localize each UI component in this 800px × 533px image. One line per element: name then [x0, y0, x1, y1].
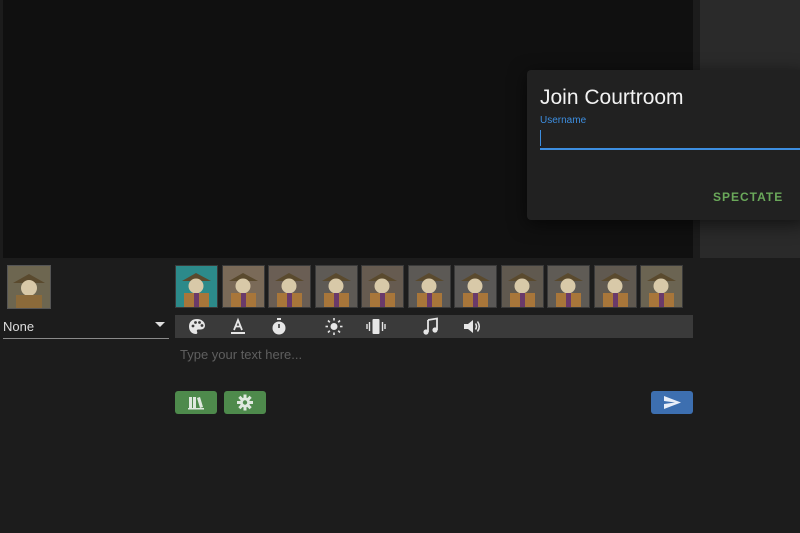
chevron-down-icon	[155, 322, 165, 327]
emote-button[interactable]	[454, 265, 497, 308]
volume-icon[interactable]	[462, 317, 482, 336]
emote-button[interactable]	[314, 265, 358, 308]
chat-toolbar	[175, 315, 693, 338]
text-caret	[540, 130, 541, 146]
books-icon	[188, 397, 204, 410]
emote-button[interactable]	[593, 265, 637, 308]
emote-button[interactable]	[547, 265, 590, 308]
emote-list	[175, 265, 693, 309]
timer-icon[interactable]	[269, 317, 289, 336]
text-color-icon[interactable]	[228, 317, 248, 336]
music-note-icon[interactable]	[421, 317, 441, 336]
chat-message-input[interactable]	[180, 344, 690, 364]
emote-button[interactable]	[640, 265, 683, 308]
emote-button[interactable]	[175, 265, 218, 308]
brightness-icon[interactable]	[324, 317, 344, 336]
vibrate-icon[interactable]	[366, 317, 386, 336]
send-button[interactable]	[651, 391, 693, 414]
character-select[interactable]: None	[3, 318, 169, 339]
join-courtroom-dialog: Join Courtroom Username SPECTATE	[527, 70, 800, 220]
emote-button[interactable]	[221, 265, 265, 308]
username-label: Username	[540, 115, 587, 126]
evidence-button[interactable]	[175, 391, 217, 414]
gear-icon	[237, 394, 253, 411]
settings-button[interactable]	[224, 391, 266, 414]
character-avatar[interactable]	[7, 265, 51, 309]
character-select-value: None	[3, 319, 35, 334]
emote-button[interactable]	[500, 265, 544, 308]
emote-button[interactable]	[361, 265, 404, 308]
emote-button[interactable]	[407, 265, 451, 308]
dialog-title: Join Courtroom	[540, 86, 684, 109]
spectate-button[interactable]: SPECTATE	[713, 190, 783, 204]
emote-button[interactable]	[268, 265, 311, 308]
send-icon	[664, 396, 681, 409]
username-field[interactable]	[540, 128, 800, 150]
palette-icon[interactable]	[187, 317, 207, 336]
